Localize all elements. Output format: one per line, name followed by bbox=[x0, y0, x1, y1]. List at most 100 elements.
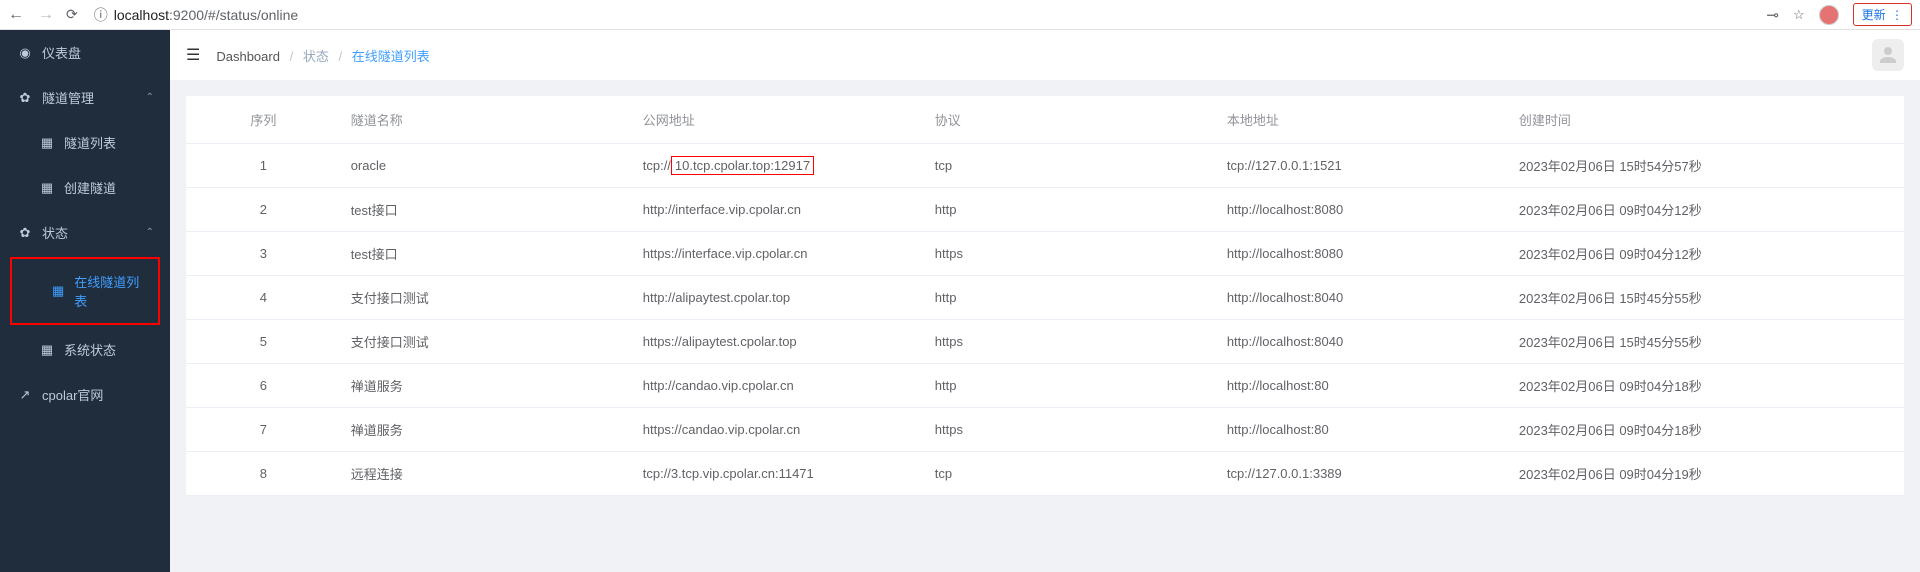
grid-icon: ▦ bbox=[40, 136, 54, 150]
col-header-local: 本地地址 bbox=[1217, 96, 1509, 144]
cell-name: 禅道服务 bbox=[341, 408, 633, 452]
status-icon: ✿ bbox=[18, 226, 32, 240]
grid-icon: ▦ bbox=[40, 343, 54, 357]
sidebar-item-label: 仪表盘 bbox=[42, 43, 81, 62]
cell-protocol: http bbox=[925, 188, 1217, 232]
cell-public-url: http://alipaytest.cpolar.top bbox=[633, 276, 925, 320]
cell-name: 禅道服务 bbox=[341, 364, 633, 408]
table-row[interactable]: 3test接口https://interface.vip.cpolar.cnht… bbox=[186, 232, 1904, 276]
cell-local-url: http://localhost:8040 bbox=[1217, 320, 1509, 364]
url-text: localhost:9200/#/status/online bbox=[114, 7, 298, 23]
sidebar-item-official-site[interactable]: ↗ cpolar官网 bbox=[0, 372, 170, 417]
sidebar-item-label: 隧道管理 bbox=[42, 88, 94, 107]
cell-public-url: http://candao.vip.cpolar.cn bbox=[633, 364, 925, 408]
back-button[interactable]: ← bbox=[8, 6, 24, 24]
sidebar-item-status[interactable]: ✿ 状态 ⌃ bbox=[0, 210, 170, 255]
grid-icon: ▦ bbox=[40, 181, 54, 195]
sidebar: ◉ 仪表盘 ✿ 隧道管理 ⌃ ▦ 隧道列表 ▦ 创建隧道 ✿ 状态 ⌃ ▦ 在线… bbox=[0, 30, 170, 572]
sidebar-item-label: 在线隧道列表 bbox=[74, 272, 140, 310]
cell-name: oracle bbox=[341, 144, 633, 188]
cell-local-url: tcp://127.0.0.1:3389 bbox=[1217, 452, 1509, 496]
sidebar-item-create-tunnel[interactable]: ▦ 创建隧道 bbox=[0, 165, 170, 210]
cell-protocol: tcp bbox=[925, 144, 1217, 188]
table-row[interactable]: 1oracletcp://10.tcp.cpolar.top:12917tcpt… bbox=[186, 144, 1904, 188]
topbar: ☰ Dashboard / 状态 / 在线隧道列表 bbox=[170, 30, 1920, 80]
forward-button[interactable]: → bbox=[38, 6, 54, 24]
cell-protocol: http bbox=[925, 364, 1217, 408]
table-row[interactable]: 8远程连接tcp://3.tcp.vip.cpolar.cn:11471tcpt… bbox=[186, 452, 1904, 496]
sidebar-item-tunnel-list[interactable]: ▦ 隧道列表 bbox=[0, 120, 170, 165]
chevron-down-icon: ⌃ bbox=[146, 92, 154, 103]
cell-protocol: https bbox=[925, 232, 1217, 276]
sidebar-item-online-tunnels[interactable]: ▦ 在线隧道列表 bbox=[12, 259, 158, 323]
cell-created-time: 2023年02月06日 09时04分12秒 bbox=[1509, 232, 1904, 276]
tunnel-table-panel: 序列 隧道名称 公网地址 协议 本地地址 创建时间 1oracletcp://1… bbox=[186, 96, 1904, 496]
cell-public-url: tcp://10.tcp.cpolar.top:12917 bbox=[633, 144, 925, 188]
col-header-seq: 序列 bbox=[186, 96, 341, 144]
hamburger-icon[interactable]: ☰ bbox=[186, 45, 200, 65]
url-bar[interactable]: ⓘ localhost:9200/#/status/online bbox=[94, 5, 1759, 25]
dashboard-icon: ◉ bbox=[18, 46, 32, 60]
table-row[interactable]: 6禅道服务http://candao.vip.cpolar.cnhttphttp… bbox=[186, 364, 1904, 408]
cell-public-url: https://candao.vip.cpolar.cn bbox=[633, 408, 925, 452]
cell-local-url: http://localhost:8080 bbox=[1217, 232, 1509, 276]
table-row[interactable]: 2test接口http://interface.vip.cpolar.cnhtt… bbox=[186, 188, 1904, 232]
cell-local-url: http://localhost:8040 bbox=[1217, 276, 1509, 320]
chevron-down-icon: ⌃ bbox=[146, 227, 154, 238]
table-row[interactable]: 5支付接口测试https://alipaytest.cpolar.tophttp… bbox=[186, 320, 1904, 364]
cell-protocol: https bbox=[925, 408, 1217, 452]
cell-seq: 3 bbox=[186, 232, 341, 276]
cell-created-time: 2023年02月06日 15时45分55秒 bbox=[1509, 276, 1904, 320]
sidebar-item-label: 状态 bbox=[42, 223, 68, 242]
main-content: ☰ Dashboard / 状态 / 在线隧道列表 序列 隧道名称 bbox=[170, 30, 1920, 572]
cell-public-url: https://alipaytest.cpolar.top bbox=[633, 320, 925, 364]
cell-seq: 4 bbox=[186, 276, 341, 320]
cell-protocol: http bbox=[925, 276, 1217, 320]
star-icon[interactable]: ☆ bbox=[1793, 7, 1805, 23]
user-avatar[interactable] bbox=[1872, 39, 1904, 71]
tunnel-mgmt-icon: ✿ bbox=[18, 91, 32, 105]
cell-seq: 5 bbox=[186, 320, 341, 364]
cell-name: 支付接口测试 bbox=[341, 276, 633, 320]
breadcrumb: Dashboard / 状态 / 在线隧道列表 bbox=[216, 46, 429, 65]
cell-seq: 8 bbox=[186, 452, 341, 496]
sidebar-item-system-status[interactable]: ▦ 系统状态 bbox=[0, 327, 170, 372]
table-row[interactable]: 4支付接口测试http://alipaytest.cpolar.tophttph… bbox=[186, 276, 1904, 320]
info-icon: ⓘ bbox=[94, 5, 108, 25]
cell-created-time: 2023年02月06日 09时04分18秒 bbox=[1509, 408, 1904, 452]
reload-button[interactable]: ⟳ bbox=[66, 6, 78, 23]
cell-seq: 2 bbox=[186, 188, 341, 232]
table-header-row: 序列 隧道名称 公网地址 协议 本地地址 创建时间 bbox=[186, 96, 1904, 144]
browser-toolbar: ← → ⟳ ⓘ localhost:9200/#/status/online ⊸… bbox=[0, 0, 1920, 30]
grid-icon: ▦ bbox=[52, 284, 64, 298]
update-button[interactable]: 更新 ⋮ bbox=[1853, 3, 1912, 26]
breadcrumb-dashboard[interactable]: Dashboard bbox=[216, 49, 280, 64]
sidebar-item-label: 隧道列表 bbox=[64, 133, 116, 152]
highlight-box: ▦ 在线隧道列表 bbox=[10, 257, 160, 325]
cell-local-url: http://localhost:80 bbox=[1217, 408, 1509, 452]
breadcrumb-state[interactable]: 状态 bbox=[303, 49, 329, 64]
table-row[interactable]: 7禅道服务https://candao.vip.cpolar.cnhttpsht… bbox=[186, 408, 1904, 452]
sidebar-item-label: cpolar官网 bbox=[42, 385, 103, 404]
cell-seq: 7 bbox=[186, 408, 341, 452]
cell-created-time: 2023年02月06日 15时45分55秒 bbox=[1509, 320, 1904, 364]
col-header-proto: 协议 bbox=[925, 96, 1217, 144]
cell-local-url: tcp://127.0.0.1:1521 bbox=[1217, 144, 1509, 188]
cell-protocol: https bbox=[925, 320, 1217, 364]
cell-created-time: 2023年02月06日 09时04分12秒 bbox=[1509, 188, 1904, 232]
cell-created-time: 2023年02月06日 09时04分18秒 bbox=[1509, 364, 1904, 408]
external-link-icon: ↗ bbox=[18, 388, 32, 402]
key-icon[interactable]: ⊸ bbox=[1766, 6, 1779, 24]
browser-avatar[interactable] bbox=[1819, 5, 1839, 25]
cell-public-url: https://interface.vip.cpolar.cn bbox=[633, 232, 925, 276]
sidebar-item-dashboard[interactable]: ◉ 仪表盘 bbox=[0, 30, 170, 75]
cell-created-time: 2023年02月06日 15时54分57秒 bbox=[1509, 144, 1904, 188]
sidebar-item-label: 系统状态 bbox=[64, 340, 116, 359]
col-header-pub: 公网地址 bbox=[633, 96, 925, 144]
cell-name: test接口 bbox=[341, 188, 633, 232]
cell-name: 远程连接 bbox=[341, 452, 633, 496]
sidebar-item-tunnel-mgmt[interactable]: ✿ 隧道管理 ⌃ bbox=[0, 75, 170, 120]
sidebar-item-label: 创建隧道 bbox=[64, 178, 116, 197]
tunnel-table: 序列 隧道名称 公网地址 协议 本地地址 创建时间 1oracletcp://1… bbox=[186, 96, 1904, 496]
cell-seq: 1 bbox=[186, 144, 341, 188]
